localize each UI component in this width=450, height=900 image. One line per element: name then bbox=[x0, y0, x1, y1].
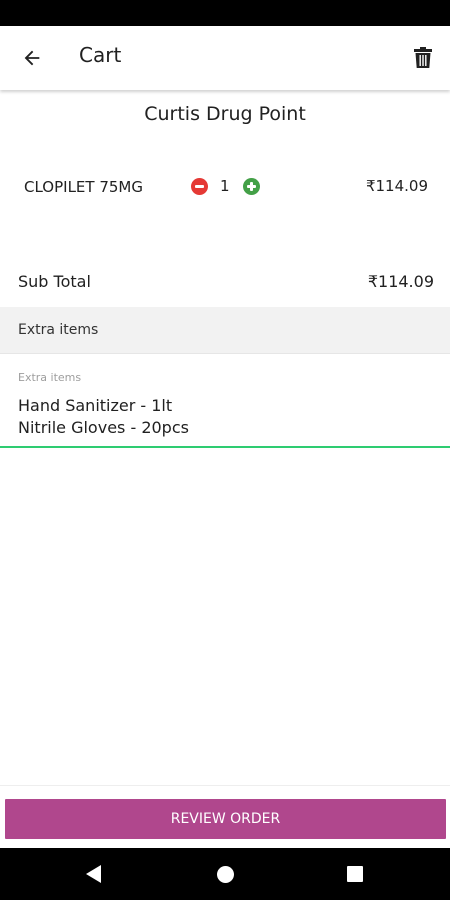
extra-items-section-header: Extra items bbox=[0, 307, 450, 354]
system-nav-bar bbox=[0, 848, 450, 900]
decrease-quantity-button[interactable] bbox=[191, 178, 208, 195]
extra-items-field-label: Extra items bbox=[18, 371, 82, 384]
arrow-left-icon bbox=[24, 50, 40, 66]
item-name: CLOPILET 75MG bbox=[24, 178, 143, 196]
app-bar: Cart bbox=[0, 26, 450, 90]
item-price: ₹114.09 bbox=[365, 177, 428, 195]
nav-back-icon[interactable] bbox=[86, 865, 101, 883]
increase-quantity-button[interactable] bbox=[243, 178, 260, 195]
subtotal-label: Sub Total bbox=[18, 272, 91, 291]
trash-icon bbox=[414, 47, 432, 68]
status-bar bbox=[0, 0, 450, 26]
review-order-button[interactable]: REVIEW ORDER bbox=[5, 799, 446, 839]
extra-items-field-value[interactable]: Hand Sanitizer - 1lt Nitrile Gloves - 20… bbox=[18, 395, 189, 439]
page-title: Cart bbox=[79, 43, 122, 67]
store-name: Curtis Drug Point bbox=[144, 103, 306, 125]
cart-item: CLOPILET 75MG 1 ₹114.09 bbox=[0, 175, 450, 235]
extra-items-section-label: Extra items bbox=[18, 322, 99, 338]
subtotal-value: ₹114.09 bbox=[367, 272, 434, 291]
footer: REVIEW ORDER bbox=[0, 785, 450, 848]
nav-recents-icon[interactable] bbox=[347, 866, 363, 882]
quantity-value: 1 bbox=[220, 177, 230, 195]
nav-home-icon[interactable] bbox=[217, 866, 234, 883]
extra-items-field[interactable]: Extra items Hand Sanitizer - 1lt Nitrile… bbox=[0, 355, 450, 448]
subtotal-row: Sub Total ₹114.09 bbox=[0, 270, 450, 296]
delete-cart-button[interactable] bbox=[410, 44, 436, 72]
back-button[interactable] bbox=[18, 44, 46, 72]
